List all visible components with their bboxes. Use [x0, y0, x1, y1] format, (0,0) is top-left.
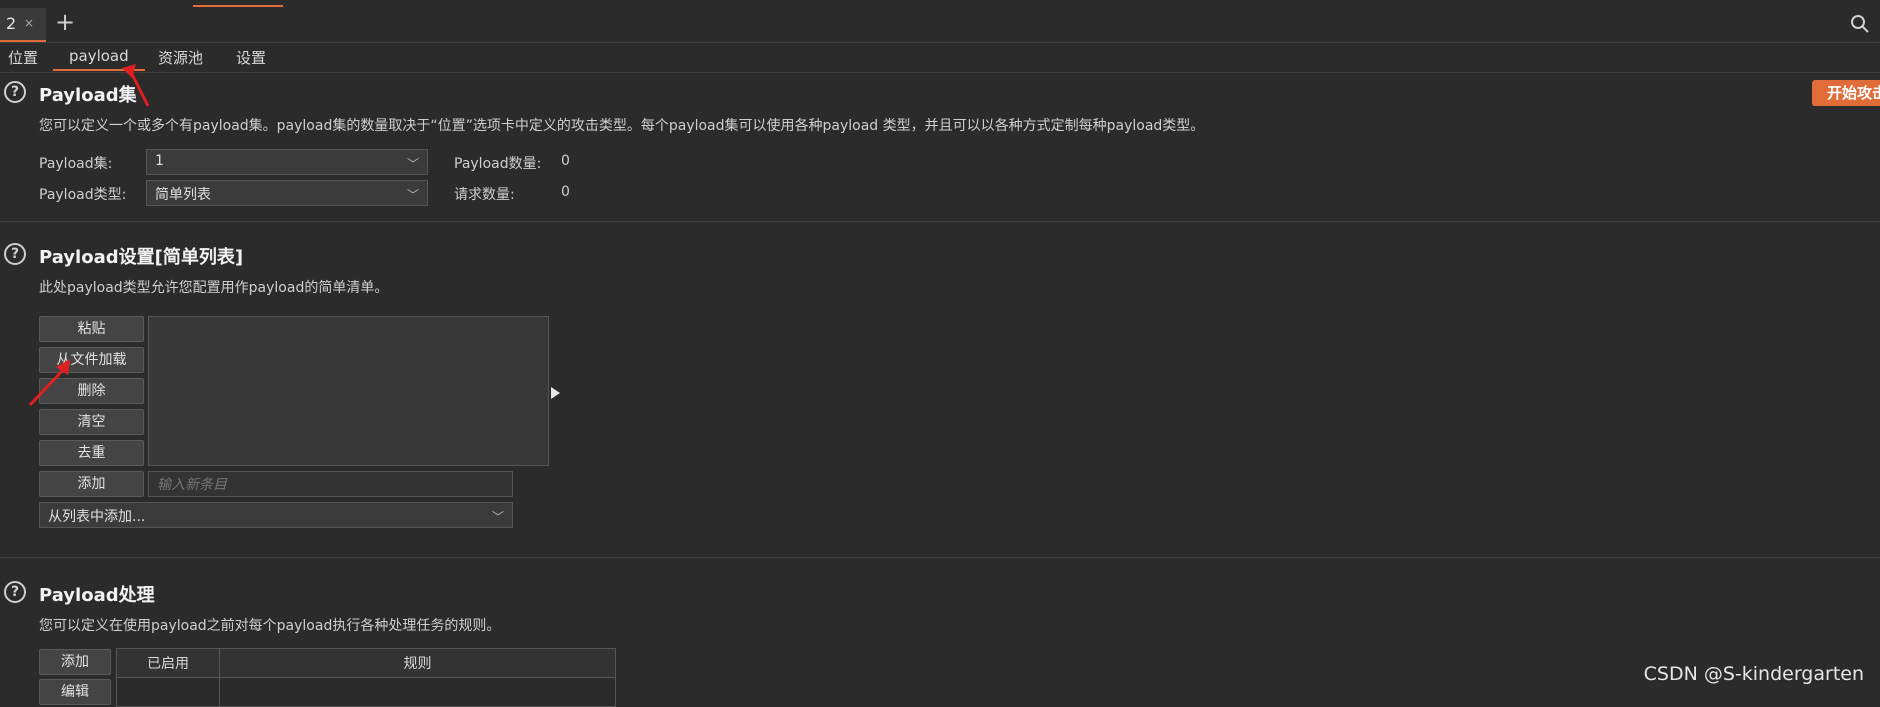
payload-set-label: Payload集:	[39, 156, 113, 172]
add-from-list-select[interactable]: 从列表中添加... ﹀	[39, 502, 513, 528]
tab-bar	[0, 8, 1880, 43]
chevron-down-icon: ﹀	[406, 188, 419, 202]
help-icon[interactable]: ?	[4, 81, 26, 103]
search-icon[interactable]	[1850, 14, 1870, 38]
payload-count-value: 0	[561, 153, 570, 169]
tab-2[interactable]: 2 ×	[0, 8, 46, 42]
payload-set-select[interactable]: 1 ﹀	[146, 149, 428, 175]
watermark: CSDN @S-kindergarten	[1643, 663, 1864, 685]
payload-type-select[interactable]: 简单列表 ﹀	[146, 180, 428, 206]
section-description: 此处payload类型允许您配置用作payload的简单清单。	[39, 280, 389, 296]
payload-list[interactable]	[148, 316, 549, 466]
active-top-tab-indicator	[193, 5, 283, 7]
new-tab-plus-icon[interactable]: +	[55, 8, 75, 36]
tab-positions[interactable]: 位置	[8, 47, 38, 68]
table-row	[116, 677, 616, 707]
payload-type-value: 简单列表	[155, 187, 211, 203]
sub-tab-bar: 位置 payload 资源池 设置	[0, 42, 1880, 73]
add-from-list-label: 从列表中添加...	[48, 509, 146, 525]
section-description: 您可以定义一个或多个有payload集。payload集的数量取决于“位置”选项…	[39, 118, 1205, 134]
expand-arrow-icon[interactable]	[551, 385, 561, 403]
edit-rule-button[interactable]: 编辑	[39, 679, 111, 705]
help-icon[interactable]: ?	[4, 243, 26, 265]
clear-button[interactable]: 清空	[39, 409, 144, 435]
tab-settings[interactable]: 设置	[236, 47, 266, 68]
request-count-value: 0	[561, 184, 570, 200]
new-item-input[interactable]	[148, 471, 513, 497]
section-description: 您可以定义在使用payload之前对每个payload执行各种处理任务的规则。	[39, 618, 501, 634]
payload-type-label: Payload类型:	[39, 187, 127, 203]
deduplicate-button[interactable]: 去重	[39, 440, 144, 466]
close-icon[interactable]: ×	[24, 16, 34, 30]
section-title-payload-processing: Payload处理	[39, 585, 155, 606]
table-header-row: 已启用 规则	[116, 648, 616, 678]
request-count-label: 请求数量:	[454, 187, 515, 203]
add-button[interactable]: 添加	[39, 471, 144, 497]
divider	[0, 221, 1880, 222]
add-rule-button[interactable]: 添加	[39, 649, 111, 675]
annotation-arrow-icon	[122, 64, 150, 107]
rules-table[interactable]: 已启用 规则	[116, 648, 616, 707]
section-title-payload-settings: Payload设置[简单列表]	[39, 247, 244, 268]
tab-resource-pool[interactable]: 资源池	[158, 47, 203, 68]
divider	[0, 557, 1880, 558]
chevron-down-icon: ﹀	[406, 157, 419, 171]
annotation-arrow-icon	[28, 359, 70, 407]
start-attack-button[interactable]: 开始攻击	[1812, 80, 1880, 106]
column-rule[interactable]: 规则	[219, 648, 616, 678]
payload-set-value: 1	[155, 153, 164, 169]
chevron-down-icon: ﹀	[491, 510, 504, 524]
column-enabled[interactable]: 已启用	[116, 648, 220, 678]
paste-button[interactable]: 粘贴	[39, 316, 144, 342]
payload-count-label: Payload数量:	[454, 156, 542, 172]
tab-label: 2	[6, 14, 17, 33]
help-icon[interactable]: ?	[4, 581, 26, 603]
